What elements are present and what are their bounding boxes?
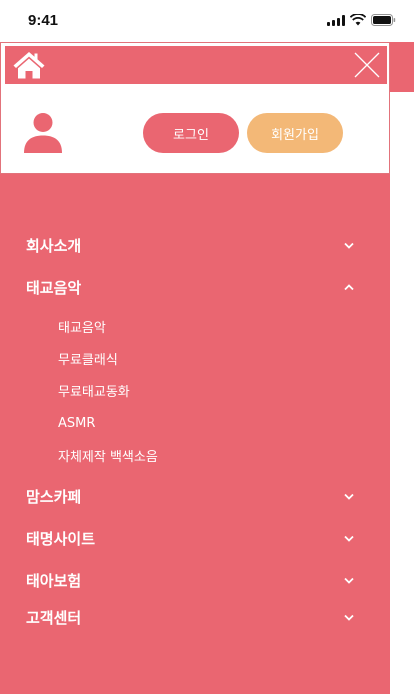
side-drawer: 로그인 회원가입 회사소개 태교음악 태교음악 무료클래식 무료태교동화 ASM… — [0, 42, 390, 694]
menu-item-label: 태교음악 — [26, 278, 82, 297]
submenu-item[interactable]: 자체제작 백색소음 — [58, 445, 158, 465]
chevron-down-icon — [344, 614, 354, 621]
chevron-up-icon — [344, 283, 354, 290]
menu-item-customer-center[interactable]: 고객센터 — [26, 604, 366, 630]
submenu-item[interactable]: 무료클래식 — [58, 348, 118, 368]
signup-button[interactable]: 회원가입 — [247, 113, 343, 153]
chevron-down-icon — [344, 577, 354, 584]
menu-item-baby-name-site[interactable]: 태명사이트 — [26, 525, 366, 551]
chevron-down-icon — [344, 493, 354, 500]
submenu-item[interactable]: ASMR — [58, 413, 95, 433]
status-bar: 9:41 — [0, 0, 414, 42]
status-time: 9:41 — [28, 12, 59, 29]
drawer-header — [5, 46, 387, 84]
close-icon[interactable] — [354, 52, 380, 78]
menu-item-label: 태아보험 — [26, 571, 82, 590]
menu-item-company[interactable]: 회사소개 — [26, 232, 366, 258]
menu-item-prenatal-music[interactable]: 태교음악 — [26, 274, 366, 300]
background-page — [390, 42, 414, 694]
wifi-icon — [350, 14, 366, 26]
home-icon[interactable] — [12, 50, 46, 80]
drawer-account-panel: 로그인 회원가입 — [0, 42, 390, 174]
menu-item-label: 맘스카페 — [26, 487, 82, 506]
submenu-item[interactable]: 무료태교동화 — [58, 380, 130, 400]
login-button[interactable]: 로그인 — [143, 113, 239, 153]
avatar-icon — [24, 113, 62, 153]
menu-item-label: 회사소개 — [26, 236, 82, 255]
menu-item-moms-cafe[interactable]: 맘스카페 — [26, 483, 366, 509]
submenu-item[interactable]: 태교음악 — [58, 316, 106, 336]
menu-item-label: 고객센터 — [26, 608, 82, 627]
menu-item-fetal-insurance[interactable]: 태아보험 — [26, 567, 366, 593]
status-icons — [327, 14, 396, 26]
battery-icon — [371, 14, 396, 26]
background-page-header — [390, 42, 414, 92]
chevron-down-icon — [344, 535, 354, 542]
menu-item-label: 태명사이트 — [26, 529, 96, 548]
signal-icon — [327, 14, 345, 26]
chevron-down-icon — [344, 242, 354, 249]
